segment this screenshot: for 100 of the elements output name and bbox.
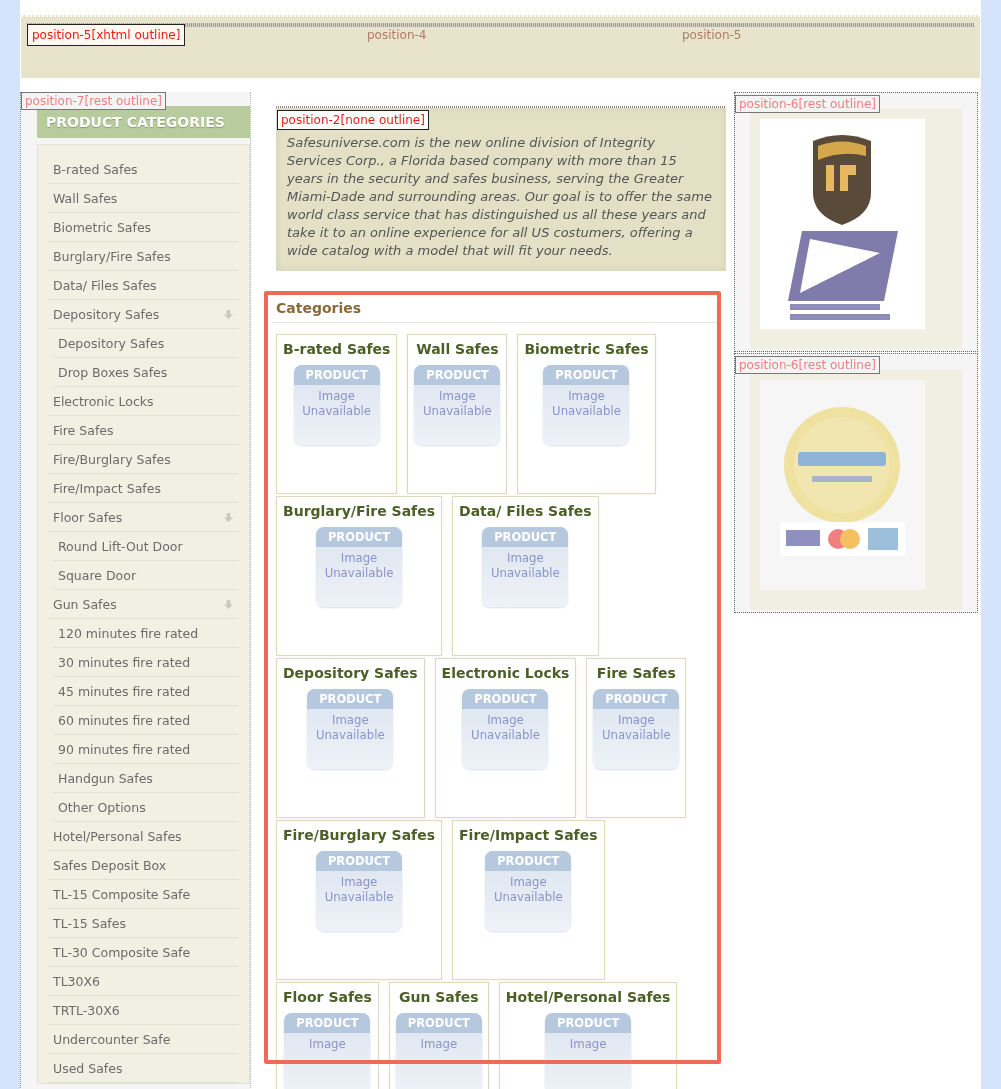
category-tile[interactable]: Data/ Files Safes PRODUCT Image Unavailable: [452, 496, 599, 656]
sidebar-item[interactable]: TL-15 Composite Safe: [48, 880, 239, 909]
placeholder-text: Image: [419, 1036, 459, 1051]
sidebar-item[interactable]: Drop Boxes Safes: [53, 358, 239, 387]
sidebar-item[interactable]: Depository Safes: [48, 300, 239, 329]
placeholder-text: Image: [617, 712, 656, 727]
placeholder-text: PRODUCT: [485, 851, 572, 871]
placeholder-text: PRODUCT: [593, 689, 680, 709]
sidebar-item[interactable]: Data/ Files Safes: [48, 271, 239, 300]
placeholder-text: Image: [339, 874, 379, 889]
sidebar-item[interactable]: TL-15 Safes: [48, 909, 239, 938]
sidebar-item[interactable]: Fire/Burglary Safes: [48, 445, 239, 474]
placeholder-text: Image: [508, 874, 548, 889]
sidebar-item[interactable]: Gun Safes: [48, 590, 239, 619]
category-name[interactable]: Depository Safes: [283, 665, 418, 681]
category-tile[interactable]: Hotel/Personal Safes PRODUCT Image: [498, 982, 678, 1089]
placeholder-text: Unavailable: [492, 889, 564, 904]
placeholder-text: PRODUCT: [395, 1013, 482, 1033]
placeholder-text: Unavailable: [314, 727, 386, 742]
placeholder-text: PRODUCT: [293, 365, 380, 385]
sidebar-item[interactable]: 90 minutes fire rated: [53, 735, 239, 764]
placeholder-text: Unavailable: [470, 727, 541, 742]
sidebar-item[interactable]: Fire Safes: [48, 416, 239, 445]
category-name[interactable]: Electronic Locks: [441, 665, 570, 681]
category-name[interactable]: Fire/Impact Safes: [459, 827, 598, 843]
sidebar-item[interactable]: Square Door: [53, 561, 239, 590]
module-label: position-2[none outline]: [277, 110, 429, 130]
placeholder-text: Unavailable: [489, 565, 561, 580]
sidebar-item[interactable]: Safes Deposit Box: [48, 851, 239, 880]
placeholder-text: PRODUCT: [316, 527, 402, 547]
category-tile[interactable]: Gun Safes PRODUCT Image: [388, 982, 489, 1089]
module-label: position-7[rest outline]: [21, 92, 166, 110]
placeholder-text: Unavailable: [323, 565, 395, 580]
placeholder-text: PRODUCT: [316, 851, 402, 871]
sidebar-item[interactable]: TRTL-30X6: [48, 996, 239, 1025]
placeholder-text: Unavailable: [323, 889, 395, 904]
sidebar-item[interactable]: TL-30 Composite Safe: [48, 938, 239, 967]
category-name[interactable]: Data/ Files Safes: [459, 503, 592, 519]
placeholder-text: PRODUCT: [545, 1013, 632, 1033]
category-tile[interactable]: Biometric Safes PRODUCT Image Unavailable: [517, 334, 656, 494]
expand-arrow-icon[interactable]: [223, 598, 234, 610]
placeholder-text: Image: [567, 388, 606, 403]
expand-arrow-icon[interactable]: [223, 308, 234, 320]
sidebar-item[interactable]: Burglary/Fire Safes: [48, 242, 239, 271]
intro-paragraph: Safesuniverse.com is the new online division of Integrity Services Corp., a Florida based company with more than 15 years in the security and safes business, serving the Greater Miami-Dade and surrounding areas. Our goal is to offer the same world class service that has distinguished us all these years and take it to an online experience for all US costumers, offering a wide catalog with a model that will fit your needs.: [287, 134, 713, 260]
sidebar-item[interactable]: 60 minutes fire rated: [53, 706, 239, 735]
sidebar-item[interactable]: Depository Safes: [53, 329, 239, 358]
category-tile[interactable]: Fire Safes PRODUCT Image Unavailable: [586, 658, 687, 818]
sidebar-item[interactable]: Floor Safes: [48, 503, 239, 532]
sidebar-item[interactable]: TL30X6: [48, 967, 239, 996]
sidebar-item[interactable]: Handgun Safes: [53, 764, 239, 793]
expand-arrow-icon[interactable]: [223, 511, 234, 523]
sidebar-item[interactable]: Wall Safes: [48, 184, 239, 213]
placeholder-text: Image: [308, 1036, 347, 1051]
sidebar-item[interactable]: 120 minutes fire rated: [53, 619, 239, 648]
category-tile[interactable]: Electronic Locks PRODUCT Image Unavailable: [434, 658, 577, 818]
sidebar-item[interactable]: Used Safes: [48, 1054, 239, 1083]
sidebar-item[interactable]: Undercounter Safe: [48, 1025, 239, 1054]
section-heading: Categories: [276, 299, 363, 318]
category-tile[interactable]: B-rated Safes PRODUCT Image Unavailable: [276, 334, 398, 494]
placeholder-text: PRODUCT: [462, 689, 549, 709]
sidebar-item[interactable]: 30 minutes fire rated: [53, 648, 239, 677]
category-name[interactable]: Hotel/Personal Safes: [505, 989, 671, 1005]
sidebar-item[interactable]: Round Lift-Out Door: [53, 532, 239, 561]
module-label: position-6[rest outline]: [735, 356, 880, 374]
category-tile[interactable]: Wall Safes PRODUCT Image Unavailable: [407, 334, 508, 494]
category-name[interactable]: Biometric Safes: [524, 341, 649, 357]
sidebar-item[interactable]: B-rated Safes: [48, 155, 239, 184]
category-name[interactable]: Floor Safes: [283, 989, 372, 1005]
category-tile[interactable]: Fire/Burglary Safes PRODUCT Image Unavailable: [276, 820, 443, 980]
placeholder-text: PRODUCT: [307, 689, 394, 709]
category-name[interactable]: Wall Safes: [416, 341, 499, 357]
placeholder-text: PRODUCT: [414, 365, 501, 385]
sidebar-item[interactable]: Electronic Locks: [48, 387, 239, 416]
sidebar-item[interactable]: Hotel/Personal Safes: [48, 822, 239, 851]
placeholder-text: Unavailable: [600, 727, 672, 742]
category-name[interactable]: Fire/Burglary Safes: [283, 827, 436, 843]
placeholder-text: Image: [438, 388, 477, 403]
module-label: position-6[rest outline]: [735, 95, 880, 113]
category-tile[interactable]: Fire/Impact Safes PRODUCT Image Unavailable: [452, 820, 605, 980]
sidebar-title: PRODUCT CATEGORIES: [37, 106, 250, 138]
category-name[interactable]: Gun Safes: [398, 989, 479, 1005]
module-label: position-5[xhtml outline]: [27, 24, 186, 46]
category-tile[interactable]: Floor Safes PRODUCT Image: [276, 982, 379, 1089]
placeholder-text: PRODUCT: [284, 1013, 371, 1033]
sidebar-item[interactable]: Fire/Impact Safes: [48, 474, 239, 503]
placeholder-text: Unavailable: [422, 403, 493, 418]
placeholder-text: Image: [317, 388, 356, 403]
module-label: position-5: [682, 27, 743, 43]
category-name[interactable]: Burglary/Fire Safes: [283, 503, 436, 519]
sidebar-item[interactable]: Biometric Safes: [48, 213, 239, 242]
category-name[interactable]: Fire Safes: [596, 665, 676, 681]
category-tile[interactable]: Depository Safes PRODUCT Image Unavailable: [276, 658, 425, 818]
sidebar-item[interactable]: 45 minutes fire rated: [53, 677, 239, 706]
placeholder-text: Unavailable: [301, 403, 373, 418]
placeholder-text: PRODUCT: [543, 365, 630, 385]
category-tile[interactable]: Burglary/Fire Safes PRODUCT Image Unavailable: [276, 496, 443, 656]
module-label: position-4: [367, 27, 428, 43]
sidebar-item[interactable]: Other Options: [53, 793, 239, 822]
category-name[interactable]: B-rated Safes: [283, 341, 391, 357]
